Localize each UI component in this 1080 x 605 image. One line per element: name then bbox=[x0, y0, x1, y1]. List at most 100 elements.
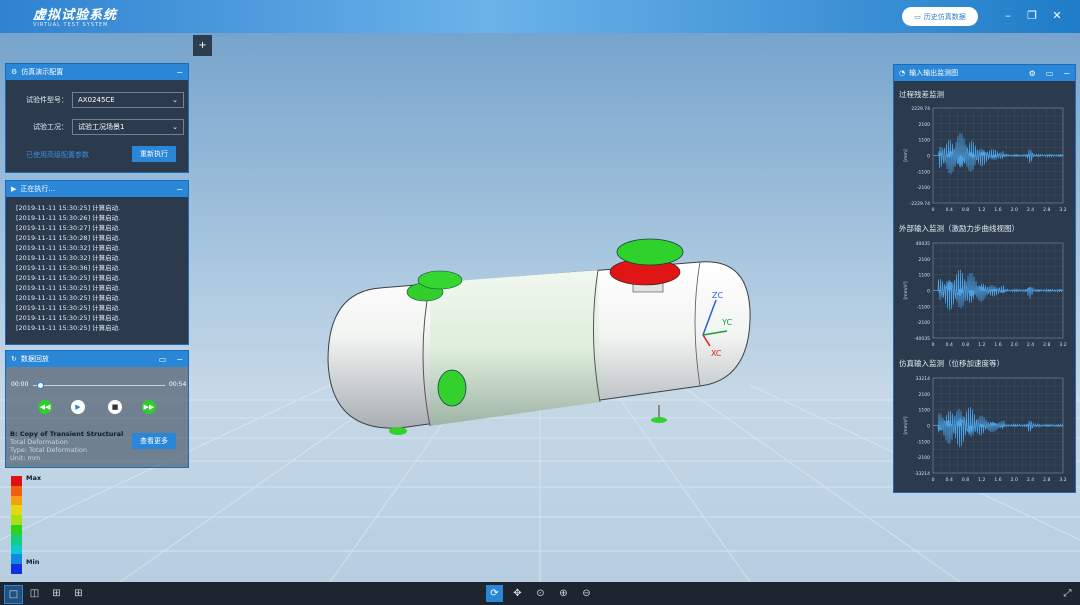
timeline-track[interactable] bbox=[33, 385, 165, 386]
y-tick-label: -33214 bbox=[914, 471, 930, 477]
x-tick-label: 1.6 bbox=[994, 477, 1001, 483]
settings-icon[interactable]: ⚙ bbox=[1029, 69, 1036, 78]
log-panel-title: 正在执行... bbox=[20, 185, 56, 193]
timeline-handle[interactable] bbox=[36, 382, 44, 389]
x-tick-label: 0 bbox=[932, 477, 935, 483]
maximize-icon[interactable]: ▭ bbox=[159, 355, 167, 364]
advanced-config-link[interactable]: 已使用高级配置参数 bbox=[26, 150, 89, 160]
result-type: Total Deformation bbox=[10, 438, 68, 446]
legend-max-label: Max bbox=[26, 474, 42, 482]
chart-2-title: 外部输入监测（激励力步曲线视图） bbox=[899, 224, 1019, 233]
play-icon: ▶ bbox=[11, 185, 17, 193]
zoom-out-icon[interactable]: ⊖ bbox=[578, 585, 595, 602]
x-tick-label: 3.2 bbox=[1059, 207, 1066, 213]
x-tick-label: 0 bbox=[932, 207, 935, 213]
legend-swatch bbox=[11, 515, 22, 525]
legend-swatch bbox=[11, 564, 22, 574]
log-line: [2019-11-11 15:30:36] 计算启动. bbox=[16, 264, 121, 272]
maximize-icon[interactable]: ▭ bbox=[1046, 69, 1054, 78]
x-tick-label: 3.2 bbox=[1059, 477, 1066, 483]
split-two-view-icon[interactable]: ◫ bbox=[26, 585, 43, 602]
collapse-icon[interactable]: − bbox=[176, 355, 183, 364]
log-line: [2019-11-11 15:30:25] 计算启动. bbox=[16, 304, 121, 312]
collapse-icon[interactable]: − bbox=[176, 68, 183, 77]
log-line: [2019-11-11 15:30:32] 计算启动. bbox=[16, 244, 121, 252]
monitor-panel: ◔ 输入输出监测图 ⚙ ▭ − 过程残差监测 2229.74 2100 1100 0-… bbox=[893, 64, 1076, 493]
y-tick-label: 2229.74 bbox=[911, 106, 930, 112]
zoom-fit-icon[interactable]: ⊙ bbox=[532, 585, 549, 602]
log-line: [2019-11-11 15:30:28] 计算启动. bbox=[16, 234, 121, 242]
axis-z-label: ZC bbox=[712, 291, 723, 300]
model-select[interactable]: AX0245CE ⌄ bbox=[72, 92, 184, 108]
x-tick-label: 0 bbox=[932, 342, 935, 348]
x-tick-label: 0.4 bbox=[946, 207, 953, 213]
view-more-button[interactable]: 查看更多 bbox=[132, 433, 176, 449]
condition-field: 试验工况： 试验工况场景1 ⌄ bbox=[16, 119, 184, 135]
y-axis-label: [mm] bbox=[903, 149, 909, 162]
log-line: [2019-11-11 15:30:25] 计算启动. bbox=[16, 284, 121, 292]
y-tick-label: -40035 bbox=[914, 336, 930, 342]
result-title: B: Copy of Transient Structural bbox=[10, 430, 124, 438]
zoom-in-icon[interactable]: ⊕ bbox=[555, 585, 572, 602]
y-tick-label: 1100 bbox=[919, 273, 931, 279]
y-tick-label: -2100 bbox=[917, 320, 930, 326]
x-tick-label: 1.2 bbox=[978, 207, 985, 213]
x-tick-label: 1.2 bbox=[978, 477, 985, 483]
split-four-view-icon[interactable]: ⊞ bbox=[70, 585, 87, 602]
x-tick-label: 2.4 bbox=[1027, 342, 1034, 348]
fast-forward-icon[interactable]: ▶▶ bbox=[142, 400, 156, 414]
rotate-icon[interactable]: ⟳ bbox=[486, 585, 503, 602]
x-tick-label: 1.6 bbox=[994, 207, 1001, 213]
legend-swatch bbox=[11, 554, 22, 565]
config-panel: ⚙ 仿真演示配置 − 试验件型号： AX0245CE ⌄ 试验工况： 试验工况场… bbox=[5, 63, 189, 173]
log-line: [2019-11-11 15:30:25] 计算启动. bbox=[16, 204, 121, 212]
x-tick-label: 3.2 bbox=[1059, 342, 1066, 348]
config-panel-title: 仿真演示配置 bbox=[21, 68, 64, 76]
chart-1-title: 过程残差监测 bbox=[899, 90, 944, 99]
chart-1-plot: 2229.74210011000-1100-2100-2229.740 0.4 0.… bbox=[903, 106, 1067, 213]
log-list: [2019-11-11 15:30:25] 计算启动. [2019-11-11 1… bbox=[6, 197, 188, 333]
x-tick-label: 2.4 bbox=[1027, 207, 1034, 213]
time-end: 00:54 bbox=[169, 381, 187, 388]
single-view-icon[interactable]: □ bbox=[4, 585, 23, 604]
time-start: 00:00 bbox=[11, 381, 29, 388]
log-line: [2019-11-11 15:30:26] 计算启动. bbox=[16, 214, 121, 222]
y-tick-label: 33214 bbox=[916, 376, 930, 382]
x-tick-label: 2.0 bbox=[1011, 207, 1018, 213]
legend-min-label: Min bbox=[26, 558, 40, 566]
x-tick-label: 2.8 bbox=[1043, 477, 1050, 483]
rerun-button[interactable]: 重新执行 bbox=[132, 146, 176, 162]
y-axis-label: [mm/s²] bbox=[903, 416, 909, 434]
legend-swatch bbox=[11, 534, 22, 545]
pressure-vessel-model[interactable] bbox=[327, 238, 751, 435]
y-tick-label: 1100 bbox=[919, 138, 931, 144]
split-three-view-icon[interactable]: ⊞ bbox=[48, 585, 65, 602]
replay-icon: ↻ bbox=[11, 355, 17, 363]
collapse-icon[interactable]: − bbox=[176, 185, 183, 194]
legend-swatch bbox=[11, 485, 22, 496]
x-tick-label: 0.4 bbox=[946, 342, 953, 348]
x-tick-label: 0.8 bbox=[962, 477, 969, 483]
y-tick-label: 0 bbox=[927, 424, 930, 430]
log-line: [2019-11-11 15:30:32] 计算启动. bbox=[16, 254, 121, 262]
log-line: [2019-11-11 15:30:25] 计算启动. bbox=[16, 324, 121, 332]
pan-icon[interactable]: ✥ bbox=[509, 585, 526, 602]
play-button-icon[interactable]: ▶ bbox=[71, 400, 85, 414]
playback-panel-header: ↻ 数据回放 ▭ − bbox=[6, 351, 188, 367]
x-tick-label: 1.2 bbox=[978, 342, 985, 348]
chart-3-title: 仿真输入监测（位移加速度等） bbox=[899, 359, 1004, 368]
config-panel-header: ⚙ 仿真演示配置 − bbox=[6, 64, 188, 80]
condition-select[interactable]: 试验工况场景1 ⌄ bbox=[72, 119, 184, 135]
x-tick-label: 1.6 bbox=[994, 342, 1001, 348]
legend-swatch bbox=[11, 495, 22, 506]
collapse-icon[interactable]: − bbox=[1063, 69, 1070, 78]
legend-swatch bbox=[11, 505, 22, 516]
rewind-icon[interactable]: ◀◀ bbox=[38, 400, 52, 414]
x-tick-label: 0.8 bbox=[962, 342, 969, 348]
stop-icon[interactable]: ■ bbox=[108, 400, 122, 414]
x-tick-label: 2.0 bbox=[1011, 342, 1018, 348]
condition-value: 试验工况场景1 bbox=[78, 123, 125, 131]
playback-timeline[interactable]: 00:00 00:54 bbox=[11, 380, 187, 390]
fullscreen-icon[interactable]: ⤢ bbox=[1059, 585, 1076, 602]
model-value: AX0245CE bbox=[78, 96, 115, 104]
